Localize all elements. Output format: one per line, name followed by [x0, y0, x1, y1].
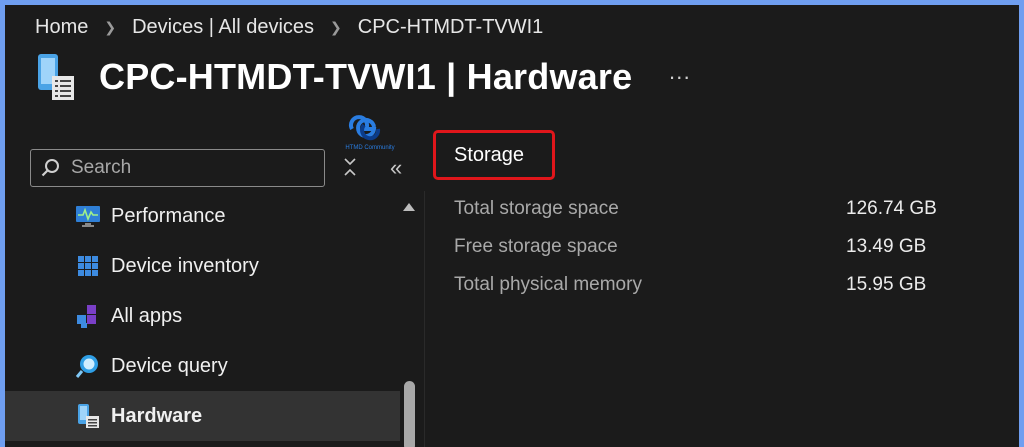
more-options-button[interactable]: ···	[668, 66, 690, 88]
property-label: Free storage space	[454, 236, 618, 257]
breadcrumb-current[interactable]: CPC-HTMDT-TVWI1	[358, 16, 544, 39]
breadcrumb-home[interactable]: Home	[35, 16, 88, 39]
sidebar-item-label: Performance	[111, 204, 226, 227]
search-box[interactable]	[30, 149, 325, 187]
property-row: Free storage space 13.49 GB	[454, 228, 974, 266]
section-title-storage: Storage	[433, 130, 555, 180]
chevron-right-icon: ❯	[104, 18, 117, 35]
community-logo: HTMD Community	[342, 113, 398, 155]
logo-text: HTMD Community	[345, 145, 394, 151]
sidebar-item-performance[interactable]: Performance	[5, 191, 400, 241]
property-value: 15.95 GB	[846, 274, 927, 295]
scroll-up-arrow-icon[interactable]	[403, 203, 415, 211]
chevron-right-icon: ❯	[330, 18, 342, 35]
sidebar-item-label: Device query	[111, 354, 228, 377]
storage-properties: Total storage space 126.74 GB Free stora…	[454, 190, 974, 304]
sidebar-item-label: Hardware	[111, 404, 203, 427]
sidebar-item-device-query[interactable]: Device query	[5, 341, 400, 391]
scrollbar-thumb[interactable]	[404, 381, 415, 447]
device-hardware-icon	[35, 52, 77, 102]
section-title-label: Storage	[454, 143, 525, 166]
performance-icon	[75, 203, 101, 229]
sidebar-item-all-apps[interactable]: All apps	[5, 291, 400, 341]
title-row: CPC-HTMDT-TVWI1 | Hardware ···	[35, 49, 690, 105]
property-label: Total storage space	[454, 198, 619, 219]
portal-window: Home ❯ Devices | All devices ❯ CPC-HTMDT…	[5, 5, 1019, 447]
inventory-icon	[75, 253, 101, 279]
hardware-icon	[75, 403, 101, 429]
breadcrumb-devices[interactable]: Devices | All devices	[132, 16, 314, 39]
sidebar-item-device-inventory[interactable]: Device inventory	[5, 241, 400, 291]
sidebar-item-label: All apps	[111, 304, 183, 327]
apps-icon	[75, 303, 101, 329]
property-value: 13.49 GB	[846, 236, 927, 257]
page-title: CPC-HTMDT-TVWI1 | Hardware	[99, 56, 633, 97]
property-label: Total physical memory	[454, 274, 642, 295]
sidebar-item-label: Device inventory	[111, 254, 259, 277]
sidebar-scrollbar[interactable]	[400, 197, 420, 447]
collapse-pane-button[interactable]: «	[390, 155, 402, 181]
search-input[interactable]	[71, 157, 311, 179]
pane-divider	[424, 191, 425, 447]
sidebar-nav: Performance Device inventory All apps De…	[5, 191, 400, 447]
property-value: 126.74 GB	[846, 198, 937, 219]
clear-search-icon[interactable]	[343, 157, 357, 182]
property-row: Total physical memory 15.95 GB	[454, 266, 974, 304]
search-icon	[41, 159, 59, 177]
property-row: Total storage space 126.74 GB	[454, 190, 974, 228]
breadcrumb: Home ❯ Devices | All devices ❯ CPC-HTMDT…	[35, 14, 543, 40]
sidebar-item-hardware[interactable]: Hardware	[5, 391, 400, 441]
query-icon	[75, 353, 101, 379]
